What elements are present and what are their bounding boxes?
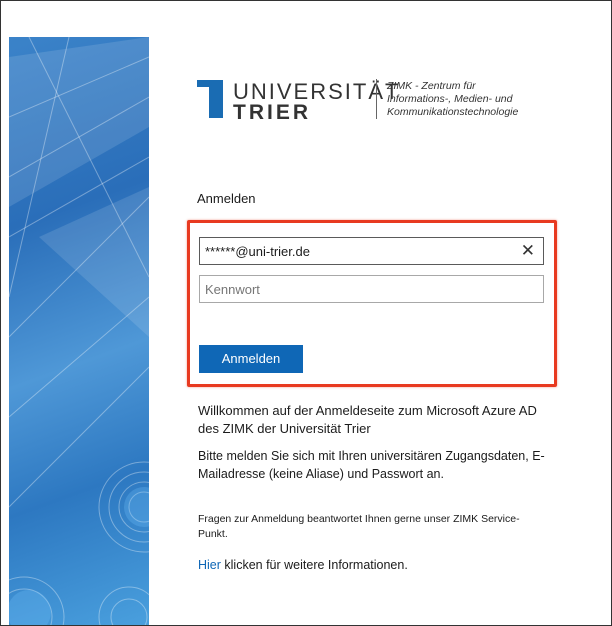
logo-city-text: TRIER (233, 101, 311, 124)
highlight-box (187, 220, 557, 387)
welcome-text: Willkommen auf der Anmeldeseite zum Micr… (198, 403, 537, 436)
logo-subtitle-line: Kommunikationstechnologie (387, 106, 519, 118)
questions-text: Fragen zur Anmeldung beantwortet Ihnen g… (198, 513, 520, 540)
logo-subtitle-line: ZIMK - Zentrum für (387, 80, 476, 92)
university-logo-icon (197, 80, 223, 118)
instructions-text: Bitte melden Sie sich mit Ihren universi… (198, 449, 545, 481)
page-title: Anmelden (197, 191, 256, 206)
more-info-suffix: klicken für weitere Informationen. (220, 558, 408, 572)
more-info-link[interactable]: Hier (198, 558, 221, 572)
logo-subtitle: ZIMK - Zentrum für Informations-, Medien… (387, 80, 557, 119)
login-window: UNIVERSITÄT TRIER ZIMK - Zentrum für Inf… (0, 0, 612, 626)
more-info-text: Hier klicken für weitere Informationen. (198, 556, 548, 574)
background-illustration (9, 37, 149, 625)
logo-divider (376, 79, 377, 119)
university-logo: UNIVERSITÄT TRIER ZIMK - Zentrum für Inf… (197, 77, 547, 124)
logo-subtitle-line: Informations-, Medien- und (387, 93, 513, 105)
